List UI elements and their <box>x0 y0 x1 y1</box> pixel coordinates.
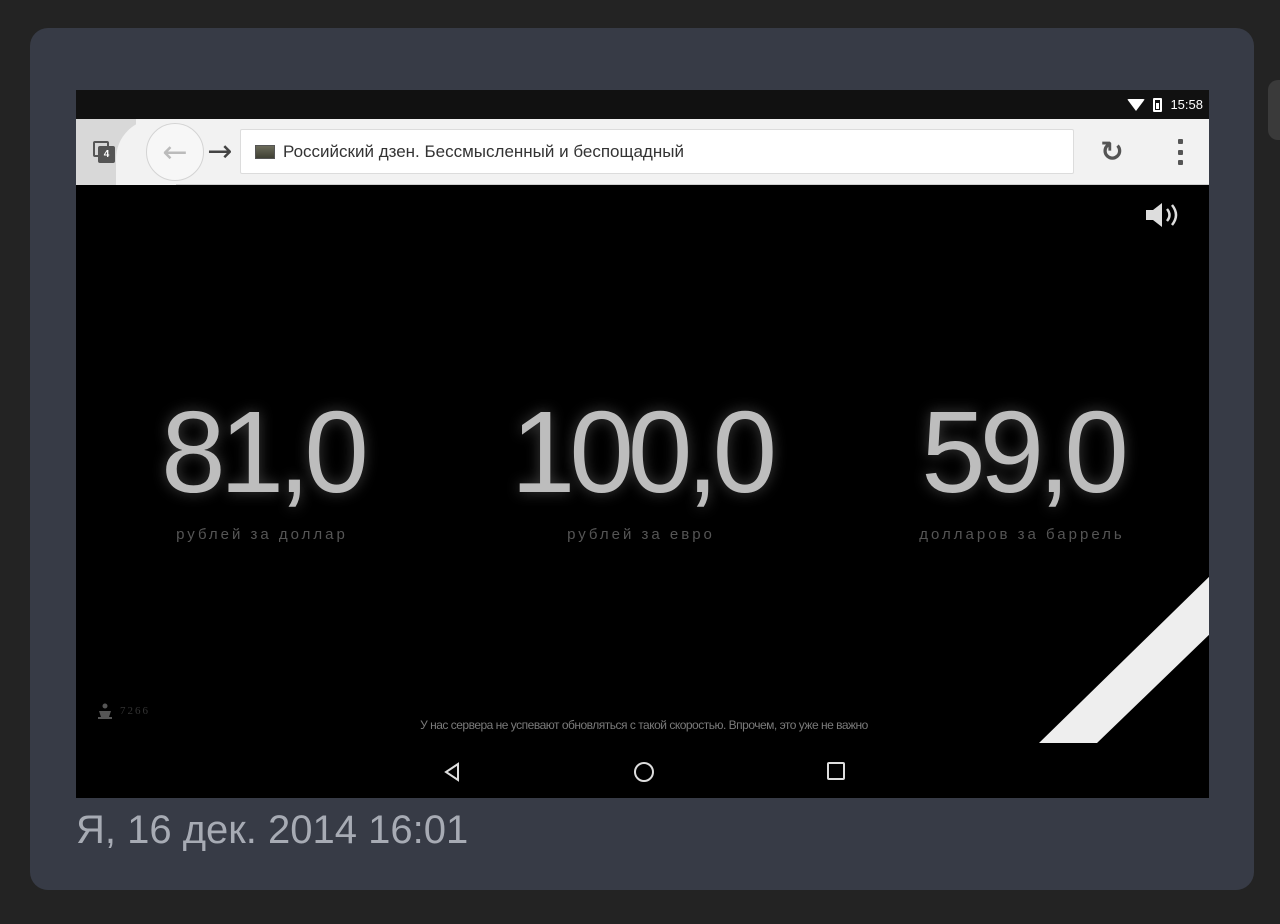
crown-icon <box>98 703 112 719</box>
message-timestamp: Я, 16 дек. 2014 16:01 <box>76 808 469 852</box>
favicon <box>255 144 275 159</box>
back-button[interactable]: ← <box>146 123 204 181</box>
reload-button[interactable]: ↻ <box>1094 133 1130 169</box>
tab-count: 4 <box>98 146 115 163</box>
status-bar: 15:58 <box>76 90 1209 119</box>
oil-price-caption: долларов за баррель <box>919 526 1125 543</box>
footer-note: У нас сервера не успевают обновляться с … <box>420 718 868 732</box>
usd-rate-value: 81,0 <box>161 387 369 517</box>
wifi-icon <box>1127 98 1146 111</box>
eur-rate-caption: рублей за евро <box>567 526 715 543</box>
page-title: Российский дзен. Бессмысленный и беспоща… <box>283 141 684 161</box>
adjacent-device-edge <box>1268 80 1280 140</box>
menu-dot <box>1177 139 1183 144</box>
menu-dot <box>1177 160 1183 165</box>
nav-home-icon[interactable] <box>634 762 654 782</box>
overflow-menu-icon[interactable] <box>1166 137 1194 167</box>
tablet-screenshot[interactable]: 15:58 4 ← → Российский дзен. Бессмысленн… <box>76 90 1209 798</box>
oil-price-value: 59,0 <box>921 387 1129 517</box>
reload-icon: ↻ <box>1100 134 1124 168</box>
visitor-counter: 7266 <box>96 702 150 720</box>
android-nav-bar <box>76 745 1209 798</box>
usd-rate-caption: рублей за доллар <box>176 526 348 543</box>
visitor-count: 7266 <box>120 705 150 717</box>
eur-rate-value: 100,0 <box>510 387 777 517</box>
nav-recents-icon[interactable] <box>827 762 845 780</box>
speaker-icon[interactable] <box>1144 200 1184 230</box>
tabs-icon[interactable]: 4 <box>93 141 115 163</box>
back-arrow-icon: ← <box>162 134 188 170</box>
forward-arrow-icon: → <box>207 133 233 169</box>
status-time: 15:58 <box>1170 97 1203 112</box>
browser-toolbar: 4 ← → Российский дзен. Бессмысленный и б… <box>76 119 1209 185</box>
menu-dot <box>1177 149 1183 155</box>
address-bar[interactable]: Российский дзен. Бессмысленный и беспоща… <box>240 129 1074 174</box>
battery-icon <box>1153 97 1163 112</box>
nav-back-icon[interactable] <box>442 762 462 782</box>
forward-button[interactable]: → <box>202 133 238 169</box>
